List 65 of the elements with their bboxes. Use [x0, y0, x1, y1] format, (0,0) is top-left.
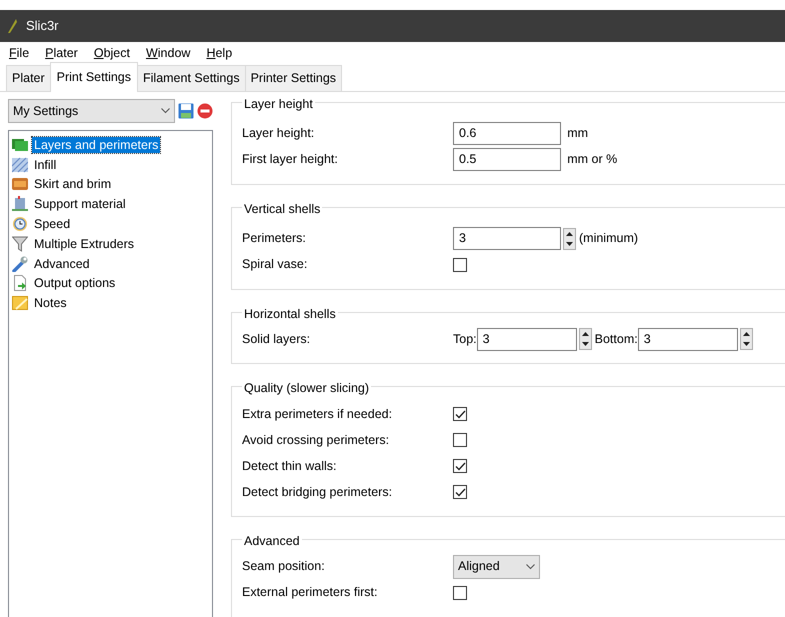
hatch-icon — [12, 156, 28, 173]
field-label: First layer height: — [242, 151, 339, 168]
field-label: Avoid crossing perimeters: — [242, 432, 390, 449]
checkbox[interactable] — [453, 586, 467, 600]
tree-item[interactable]: Output options — [32, 275, 118, 292]
field-label: Detect thin walls: — [242, 458, 338, 475]
tree-item[interactable]: Skirt and brim — [32, 176, 114, 192]
wrench-icon — [12, 256, 28, 272]
tab[interactable]: Plater — [6, 65, 51, 91]
window-title: Slic3r — [26, 17, 59, 36]
field-label: Seam position: — [242, 558, 326, 576]
leaf-icon — [6, 18, 18, 34]
menu-item[interactable]: Plater — [44, 42, 79, 64]
building-icon — [12, 196, 28, 212]
tree-item[interactable]: Multiple Extruders — [32, 236, 136, 252]
clock-icon — [12, 216, 28, 232]
spin-buttons[interactable] — [578, 328, 592, 350]
preset-dropdown[interactable]: My Settings — [8, 99, 175, 123]
checkbox[interactable] — [453, 258, 467, 272]
menu-item[interactable]: Window — [144, 42, 192, 64]
field-label: Extra perimeters if needed: — [242, 406, 394, 423]
input-field[interactable]: 3 — [638, 328, 738, 351]
checkbox[interactable] — [453, 407, 467, 421]
field-label: Layer height: — [242, 125, 316, 142]
tab[interactable]: Print Settings — [50, 62, 138, 92]
tree-item[interactable]: Speed — [32, 216, 72, 232]
field-label: Top: — [453, 330, 477, 348]
input-field[interactable]: 3 — [453, 227, 561, 250]
input-field[interactable]: 0.5 — [453, 148, 561, 172]
tab[interactable]: Filament Settings — [137, 65, 246, 91]
field-label: Bottom: — [594, 330, 638, 348]
spin-buttons[interactable] — [740, 328, 753, 350]
input-field[interactable]: 0.6 — [453, 122, 561, 146]
box-icon — [12, 176, 28, 192]
checkbox[interactable] — [453, 485, 467, 499]
delete-icon[interactable] — [197, 103, 214, 119]
dropdown[interactable]: Aligned — [453, 554, 540, 579]
checkbox[interactable] — [453, 459, 467, 473]
input-field[interactable]: 3 — [476, 328, 577, 351]
layers-icon — [12, 136, 28, 153]
unit-label: mm — [567, 125, 588, 142]
tree-item[interactable]: Infill — [32, 156, 58, 173]
field-label: Spiral vase: — [242, 256, 308, 274]
funnel-icon — [12, 236, 28, 252]
menu-item[interactable]: Object — [92, 42, 131, 64]
menu-item[interactable]: File — [8, 42, 30, 64]
field-label: Detect bridging perimeters: — [242, 484, 394, 501]
tree-item[interactable]: Advanced — [32, 256, 92, 272]
unit-label: (minimum) — [579, 230, 638, 248]
chevron-icon — [161, 108, 170, 114]
chevron-icon — [526, 564, 535, 570]
tree-item[interactable]: Notes — [32, 295, 69, 312]
document-arrow-icon — [12, 275, 28, 292]
note-icon — [12, 295, 28, 312]
spin-buttons[interactable] — [563, 228, 576, 250]
tree-item[interactable]: Layers and perimeters — [32, 136, 160, 153]
menu-item[interactable]: Help — [205, 42, 234, 64]
checkbox[interactable] — [453, 433, 467, 447]
field-label: External perimeters first: — [242, 584, 378, 602]
tree-item[interactable]: Support material — [32, 196, 128, 212]
tab[interactable]: Printer Settings — [244, 65, 342, 91]
field-label: Perimeters: — [242, 230, 307, 248]
field-label: Solid layers: — [242, 330, 312, 348]
save-icon[interactable] — [178, 103, 194, 119]
unit-label: mm or % — [567, 151, 618, 168]
